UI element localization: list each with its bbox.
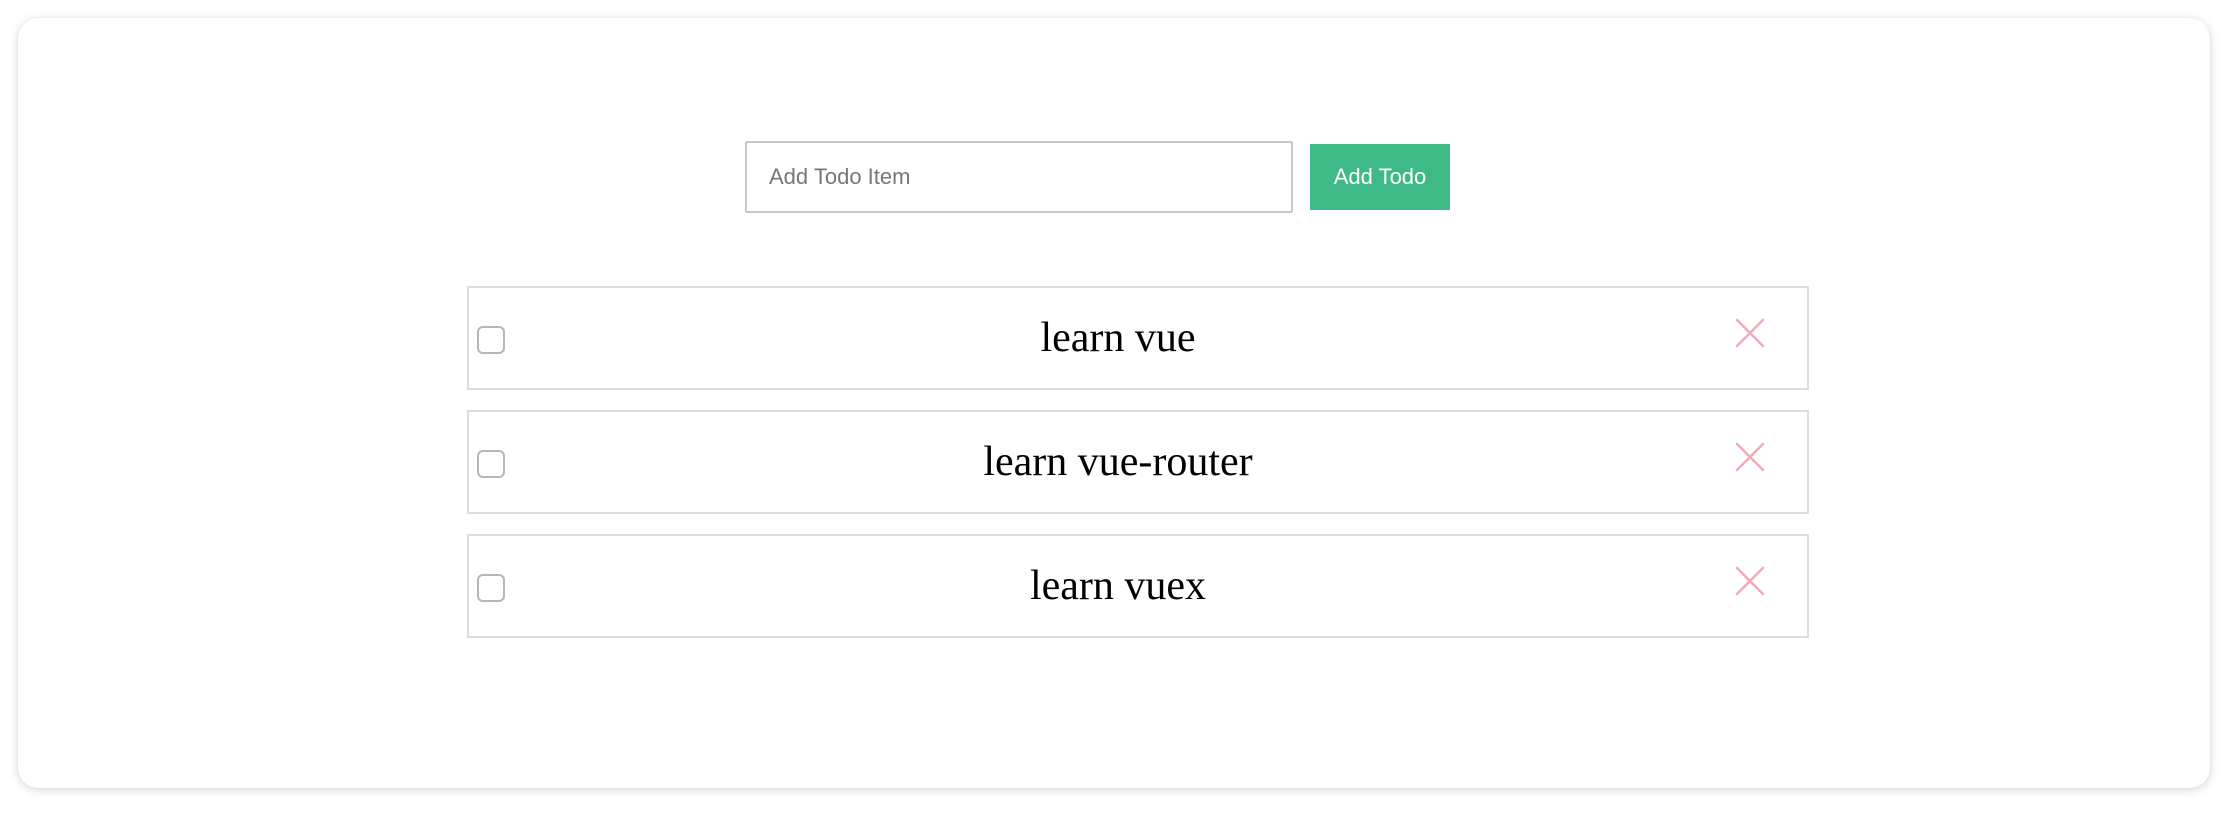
- add-todo-input[interactable]: [745, 141, 1293, 213]
- todo-list: learn vue learn vue-router learn vuex: [467, 286, 1809, 658]
- close-icon[interactable]: [1733, 564, 1767, 598]
- todo-item: learn vue: [467, 286, 1809, 390]
- todo-item: learn vuex: [467, 534, 1809, 638]
- todo-text: learn vue-router: [983, 439, 1253, 485]
- close-icon[interactable]: [1733, 440, 1767, 474]
- add-todo-button[interactable]: Add Todo: [1310, 144, 1450, 210]
- close-icon[interactable]: [1733, 316, 1767, 350]
- todo-text: learn vuex: [1029, 563, 1207, 609]
- todo-text: learn vue: [1040, 315, 1196, 361]
- todo-item: learn vue-router: [467, 410, 1809, 514]
